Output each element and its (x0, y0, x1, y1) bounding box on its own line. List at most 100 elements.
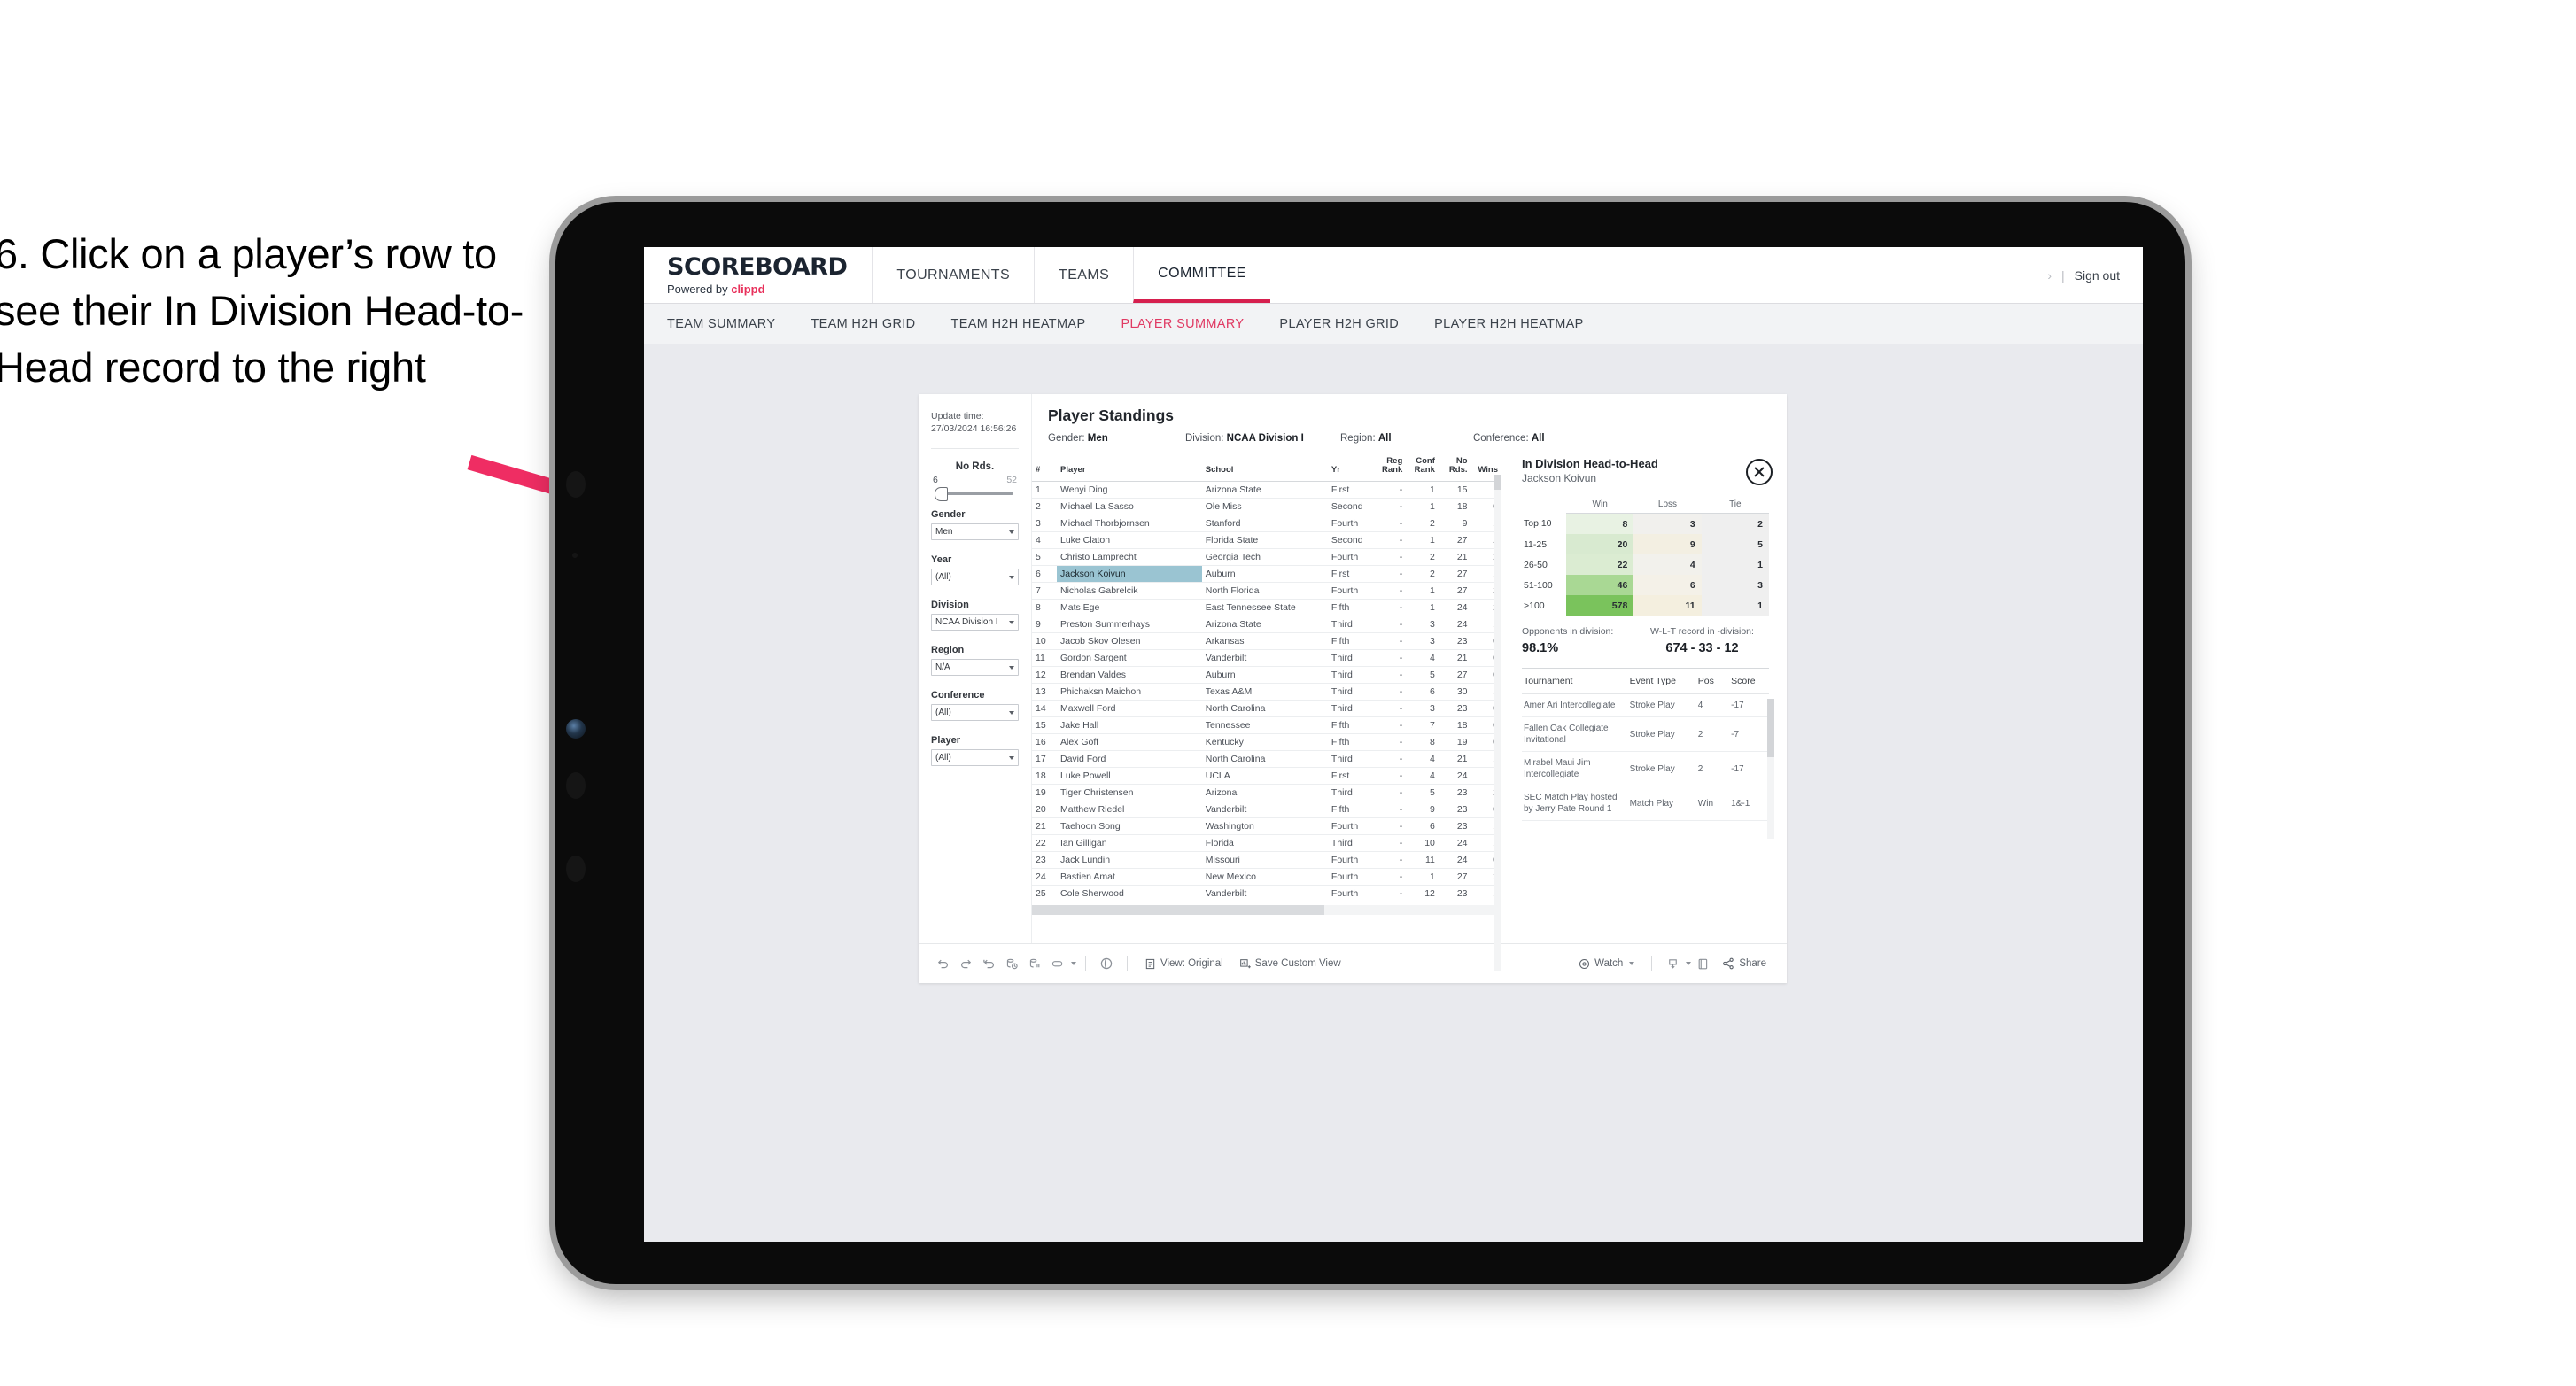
position-cell: 4 (1695, 693, 1730, 717)
brand-logo[interactable]: SCOREBOARD Powered by clippd (644, 247, 872, 303)
close-circle-icon[interactable] (1746, 459, 1773, 485)
chevron-down-icon (1009, 755, 1014, 760)
subnav-item-team-summary[interactable]: TEAM SUMMARY (667, 317, 775, 331)
fullscreen-icon[interactable] (1691, 952, 1714, 975)
col-reg-rank[interactable]: Reg Rank (1373, 453, 1407, 482)
table-row[interactable]: 14Maxwell FordNorth CarolinaThird-3230 (1032, 700, 1501, 717)
filter-division-select[interactable]: NCAA Division I (931, 614, 1019, 631)
table-row[interactable]: 6Jackson KoivunAuburnFirst-2271 (1032, 565, 1501, 583)
reg-rank-cell: - (1373, 784, 1407, 801)
standings-horizontal-scrollbar[interactable] (1032, 904, 1501, 915)
view-original-button[interactable]: View: Original (1137, 958, 1231, 970)
filter-year-select[interactable]: (All) (931, 569, 1019, 586)
chevron-down-icon[interactable] (1071, 962, 1076, 965)
h2h-row: >100 578 11 1 (1522, 595, 1769, 616)
sign-out-link[interactable]: Sign out (2075, 268, 2120, 283)
player-name-cell: Ian Gilligan (1057, 834, 1202, 852)
refresh-data-icon[interactable] (1000, 952, 1023, 975)
table-row[interactable]: 1Wenyi DingArizona StateFirst-1151 (1032, 481, 1501, 499)
table-row[interactable]: 20Matthew RiedelVanderbiltFifth-9230 (1032, 801, 1501, 818)
table-row[interactable]: 17David FordNorth CarolinaThird-4211 (1032, 750, 1501, 768)
conf-rank-cell: 3 (1406, 700, 1439, 717)
highlight-icon[interactable] (1046, 952, 1069, 975)
share-button[interactable]: Share (1714, 957, 1774, 970)
tournament-row[interactable]: Amer Ari Intercollegiate Stroke Play 4 -17 (1522, 693, 1769, 717)
table-row[interactable]: 11Gordon SargentVanderbiltThird-4210 (1032, 649, 1501, 667)
table-row[interactable]: 9 Preston Summerhays Arizona State Third -3 2… (1032, 616, 1501, 633)
school-cell: Ole Miss (1201, 498, 1328, 515)
col-player[interactable]: Player (1057, 453, 1202, 482)
topnav-right-cluster: › | Sign out (2047, 247, 2143, 303)
topnav-item-tournaments[interactable]: TOURNAMENTS (872, 247, 1034, 303)
filter-conference: Conference (All) (931, 690, 1019, 722)
chevron-down-icon[interactable] (1629, 962, 1635, 965)
table-row[interactable]: 19Tiger ChristensenArizonaThird-5232 (1032, 784, 1501, 801)
table-row[interactable]: 7 Nicholas Gabrelcik North Florida Fourth -1… (1032, 582, 1501, 600)
topnav-item-committee[interactable]: COMMITTEE (1133, 247, 1270, 303)
table-row[interactable]: 4Luke ClatonFlorida StateSecond-1272 (1032, 531, 1501, 549)
slider-handle[interactable] (935, 487, 948, 502)
table-row[interactable]: 5 Christo Lamprecht Georgia Tech Fourth -2 21… (1032, 548, 1501, 566)
h2h-loss-cell: 11 (1633, 595, 1702, 616)
reg-rank-cell: - (1373, 750, 1407, 768)
alert-icon[interactable] (1095, 952, 1118, 975)
tournament-row[interactable]: Fallen Oak Collegiate Invitational Stroke… (1522, 716, 1769, 752)
h2h-tie-cell: 3 (1701, 575, 1769, 595)
mic-hole-icon (572, 553, 578, 558)
filter-conference-select[interactable]: (All) (931, 704, 1019, 722)
table-row[interactable]: 24Bastien AmatNew MexicoFourth-1272 (1032, 868, 1501, 886)
table-row[interactable]: 3Michael ThorbjornsenStanfordFourth-291 (1032, 515, 1501, 532)
col-yr[interactable]: Yr (1327, 453, 1374, 482)
filter-player-select[interactable]: (All) (931, 749, 1019, 767)
slider-track[interactable] (935, 487, 1013, 502)
save-custom-view-button[interactable]: Save Custom View (1231, 958, 1349, 970)
tournament-vertical-scrollbar[interactable] (1767, 699, 1774, 839)
tournament-row[interactable]: Mirabel Maui Jim Intercollegiate Stroke P… (1522, 751, 1769, 786)
col-no-rds[interactable]: No Rds. (1438, 453, 1471, 482)
table-row[interactable]: 2Michael La SassoOle MissSecond-1180 (1032, 498, 1501, 515)
table-row[interactable]: 23Jack LundinMissouriFourth-11240 (1032, 851, 1501, 869)
download-icon[interactable] (1661, 952, 1684, 975)
table-row[interactable]: 16Alex GoffKentuckyFifth-8190 (1032, 733, 1501, 751)
tournament-row[interactable]: SEC Match Play hosted by Jerry Pate Roun… (1522, 786, 1769, 821)
rank-cell: 2 (1032, 498, 1057, 515)
no-rds-cell: 27 (1438, 582, 1471, 600)
table-row[interactable]: 18Luke PowellUCLAFirst-4241 (1032, 767, 1501, 785)
table-row[interactable]: 25Cole SherwoodVanderbiltFourth-12231 (1032, 885, 1501, 902)
chevron-down-icon (1009, 665, 1014, 670)
subnav-item-player-h2h-grid[interactable]: PLAYER H2H GRID (1279, 317, 1399, 331)
redo-icon[interactable] (954, 952, 977, 975)
table-row[interactable]: 10Jacob Skov OlesenArkansasFifth-3230 (1032, 632, 1501, 650)
col-conf-rank[interactable]: Conf Rank (1406, 453, 1439, 482)
topnav-item-teams[interactable]: TEAMS (1034, 247, 1133, 303)
scroll-thumb-t[interactable] (1767, 699, 1774, 757)
undo-icon[interactable] (931, 952, 954, 975)
col-rank[interactable]: # (1032, 453, 1057, 482)
col-school[interactable]: School (1201, 453, 1328, 482)
revert-icon[interactable] (977, 952, 1000, 975)
visualization-body: Update time: 27/03/2024 16:56:26 No Rds.… (919, 394, 1787, 971)
filter-region-select[interactable]: N/A (931, 659, 1019, 677)
conf-rank-cell: 3 (1406, 616, 1439, 633)
year-cell: Fourth (1327, 515, 1374, 532)
subnav-item-player-summary[interactable]: PLAYER SUMMARY (1121, 317, 1244, 331)
table-row[interactable]: 13Phichaksn MaichonTexas A&MThird-6301 (1032, 683, 1501, 701)
standings-vertical-scrollbar[interactable] (1494, 475, 1501, 971)
subnav-item-team-h2h-grid[interactable]: TEAM H2H GRID (811, 317, 915, 331)
pause-data-icon[interactable] (1023, 952, 1046, 975)
table-row[interactable]: 22Ian GilliganFloridaThird-10241 (1032, 834, 1501, 852)
summary-region: Region: All (1340, 433, 1473, 444)
subnav-item-team-h2h-heatmap[interactable]: TEAM H2H HEATMAP (951, 317, 1086, 331)
subnav-item-player-h2h-heatmap[interactable]: PLAYER H2H HEATMAP (1434, 317, 1584, 331)
table-row[interactable]: 15Jake HallTennesseeFifth-7180 (1032, 716, 1501, 734)
table-row[interactable]: 12Brendan ValdesAuburnThird-5270 (1032, 666, 1501, 684)
table-row[interactable]: 21Taehoon SongWashingtonFourth-6231 (1032, 817, 1501, 835)
conf-rank-cell: 6 (1406, 817, 1439, 835)
filter-gender-select[interactable]: Men (931, 523, 1019, 541)
filter-no-rounds-slider[interactable]: No Rds. 6 52 (931, 461, 1019, 502)
scroll-thumb-h[interactable] (1032, 904, 1324, 915)
scroll-thumb[interactable] (1494, 475, 1501, 490)
watch-button[interactable]: Watch (1571, 958, 1642, 970)
table-row[interactable]: 8Mats EgeEast Tennessee StateFifth-1242 (1032, 599, 1501, 616)
year-cell: Fourth (1327, 582, 1374, 600)
